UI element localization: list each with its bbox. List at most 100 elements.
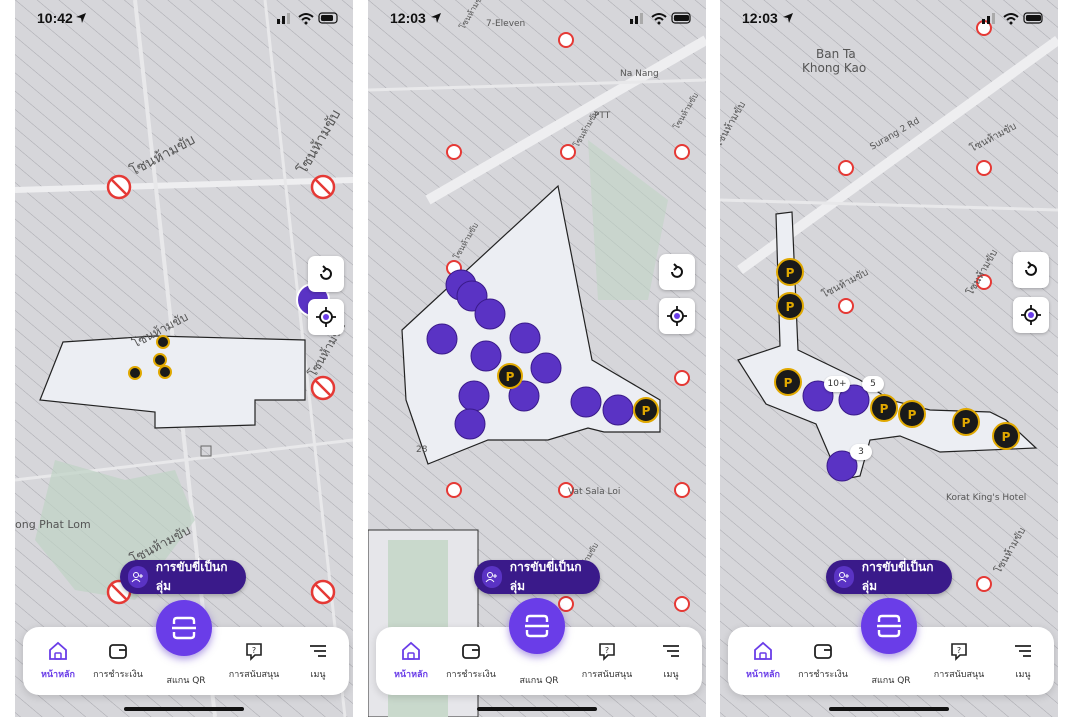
nav-payment-label: การชำระเงิน [446, 670, 496, 680]
zone-label: โซนห้ามขับ [127, 131, 198, 180]
support-icon: ? [246, 643, 262, 661]
group-ride-label: การขับขี่เป็นกลุ่ม [509, 560, 582, 593]
nav-menu[interactable]: เมนู [988, 637, 1058, 687]
group-icon [482, 566, 502, 588]
refresh-button[interactable] [1013, 252, 1049, 288]
status-bar: 12:03 [720, 0, 1058, 34]
home-indicator [829, 707, 949, 711]
place-label: Na Nang [620, 69, 659, 79]
locate-icon [1021, 305, 1041, 325]
home-icon [49, 641, 67, 660]
status-icons [630, 12, 691, 25]
wallet-icon [109, 644, 127, 659]
cluster-badge: 10+ [824, 376, 850, 392]
place-label: Surang 2 Rd [869, 116, 922, 152]
nav-support-label: การสนับสนุน [581, 670, 633, 680]
scan-icon [877, 614, 901, 638]
status-bar: 10:42 [15, 0, 353, 34]
locate-button[interactable] [659, 298, 695, 334]
phone-screen-2: PP 7-Eleven Na Nang PTT Vat Sala Loi 28 … [368, 0, 706, 717]
zone-label: โซนห้ามขับ [819, 265, 870, 300]
zone-label: โซนห้ามขับ [451, 221, 480, 261]
group-icon [834, 566, 854, 588]
group-ride-label: การขับขี่เป็นกลุ่ม [155, 560, 228, 593]
place-label: Khong Kao [802, 61, 866, 75]
refresh-icon [1025, 261, 1037, 276]
scan-qr-button[interactable] [156, 600, 212, 656]
refresh-icon [671, 263, 683, 278]
phone-screen-3: PPP PPPP Ban Ta Khong Kao Korat King's H… [720, 0, 1058, 717]
refresh-button[interactable] [659, 254, 695, 290]
scan-qr-button[interactable] [861, 598, 917, 654]
nav-menu-label: เมนู [663, 670, 679, 680]
refresh-icon [320, 265, 332, 280]
zone-label: โซนห้ามขับ [671, 91, 700, 131]
group-icon [128, 566, 148, 588]
scan-qr-button[interactable] [509, 598, 565, 654]
nav-payment[interactable]: การชำระเงิน [788, 637, 858, 687]
place-label: 28 [416, 445, 428, 455]
phone-screen-1: โซนห้ามขับ โซนห้ามขับ โซนห้ามขับ โซนห้าม… [15, 0, 353, 717]
cluster-badge: 3 [850, 444, 872, 460]
zone-label: โซนห้ามขับ [294, 107, 344, 177]
nav-support[interactable]: ? การสนับสนุน [572, 637, 642, 687]
zone-label: โซนห้ามขับ [991, 525, 1028, 576]
svg-text:?: ? [957, 646, 961, 655]
nav-payment[interactable]: การชำระเงิน [436, 637, 506, 687]
status-time: 10:42 [37, 10, 73, 26]
status-icons [277, 12, 338, 25]
nav-scan-label: สแกน QR [166, 676, 206, 686]
zone-label: โซนห้ามขับ [720, 99, 748, 150]
svg-text:?: ? [252, 646, 256, 655]
location-arrow-icon [431, 13, 441, 23]
menu-icon [310, 645, 326, 657]
nav-payment-label: การชำระเงิน [93, 670, 143, 680]
locate-icon [316, 307, 336, 327]
home-indicator [477, 707, 597, 711]
group-ride-button[interactable]: การขับขี่เป็นกลุ่ม [120, 560, 246, 594]
support-icon: ? [599, 643, 615, 661]
menu-icon [1015, 645, 1031, 657]
locate-button[interactable] [308, 299, 344, 335]
place-label: Korat King's Hotel [946, 493, 1026, 503]
nav-payment[interactable]: การชำระเงิน [83, 637, 153, 687]
nav-menu-label: เมนู [310, 670, 326, 680]
zone-label: โซนห้ามขับ [967, 119, 1018, 154]
nav-support-label: การสนับสนุน [228, 670, 280, 680]
nav-support[interactable]: ? การสนับสนุน [924, 637, 994, 687]
nav-support-label: การสนับสนุน [933, 670, 985, 680]
wallet-icon [462, 644, 480, 659]
nav-menu-label: เมนู [1015, 670, 1031, 680]
status-bar: 12:03 [368, 0, 706, 34]
nav-menu[interactable]: เมนู [283, 637, 353, 687]
group-ride-label: การขับขี่เป็นกลุ่ม [861, 560, 934, 593]
nav-payment-label: การชำระเงิน [798, 670, 848, 680]
zone-label: โซนห้ามขับ [130, 310, 191, 351]
wallet-icon [814, 644, 832, 659]
status-time: 12:03 [742, 10, 778, 26]
home-icon [754, 641, 772, 660]
nav-support[interactable]: ? การสนับสนุน [219, 637, 289, 687]
group-ride-button[interactable]: การขับขี่เป็นกลุ่ม [474, 560, 600, 594]
locate-button[interactable] [1013, 297, 1049, 333]
cluster-badge: 5 [862, 376, 884, 392]
zone-label: โซนห้ามขับ [963, 247, 1000, 298]
status-time: 12:03 [390, 10, 426, 26]
locate-icon [667, 306, 687, 326]
location-arrow-icon [76, 13, 86, 23]
home-indicator [124, 707, 244, 711]
group-ride-button[interactable]: การขับขี่เป็นกลุ่ม [826, 560, 952, 594]
status-icons [982, 12, 1043, 25]
refresh-button[interactable] [308, 256, 344, 292]
location-arrow-icon [783, 13, 793, 23]
place-label: Ban Ta [816, 47, 856, 61]
scan-icon [525, 614, 549, 638]
nav-scan-label: สแกน QR [519, 676, 559, 686]
nav-menu[interactable]: เมนู [636, 637, 706, 687]
nav-scan-label: สแกน QR [871, 676, 911, 686]
scan-icon [172, 616, 196, 640]
home-icon [402, 641, 420, 660]
place-label: Vat Sala Loi [568, 487, 620, 497]
menu-icon [663, 645, 679, 657]
place-label: ong Phat Lom [15, 518, 91, 531]
